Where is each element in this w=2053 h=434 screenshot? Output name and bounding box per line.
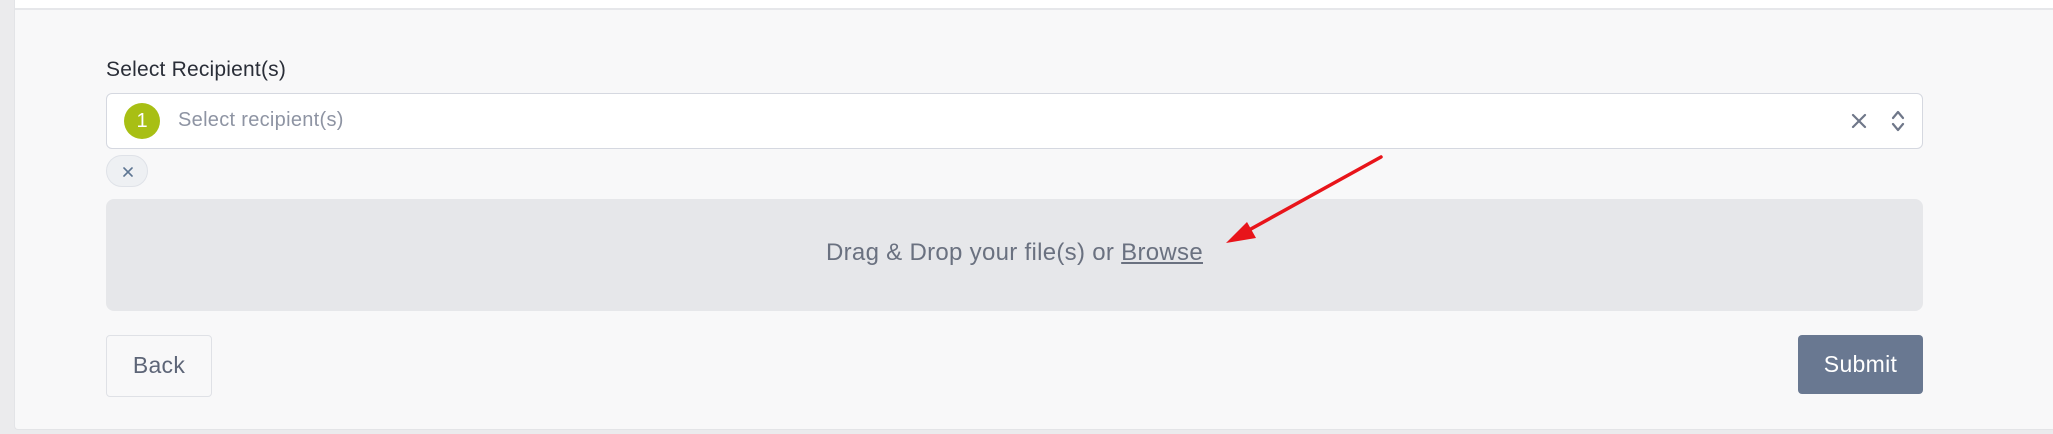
- top-header-edge: [15, 0, 2053, 10]
- recipients-select[interactable]: 1 Select recipient(s): [106, 93, 1923, 149]
- file-dropzone[interactable]: Drag & Drop your file(s) or Browse: [106, 199, 1923, 311]
- submit-button[interactable]: Submit: [1798, 335, 1923, 394]
- close-icon[interactable]: [1848, 110, 1870, 132]
- recipient-chip[interactable]: [106, 155, 148, 187]
- dropzone-text: Drag & Drop your file(s) or Browse: [106, 239, 1923, 267]
- back-button[interactable]: Back: [106, 335, 212, 397]
- dropzone-prompt: Drag & Drop your file(s) or: [826, 239, 1122, 266]
- recipients-label: Select Recipient(s): [106, 58, 287, 81]
- chevron-updown-icon[interactable]: [1888, 107, 1908, 135]
- recipients-count-badge: 1: [124, 103, 160, 139]
- recipients-placeholder[interactable]: Select recipient(s): [178, 109, 344, 132]
- chip-remove-icon[interactable]: [122, 166, 134, 178]
- browse-link[interactable]: Browse: [1121, 239, 1203, 266]
